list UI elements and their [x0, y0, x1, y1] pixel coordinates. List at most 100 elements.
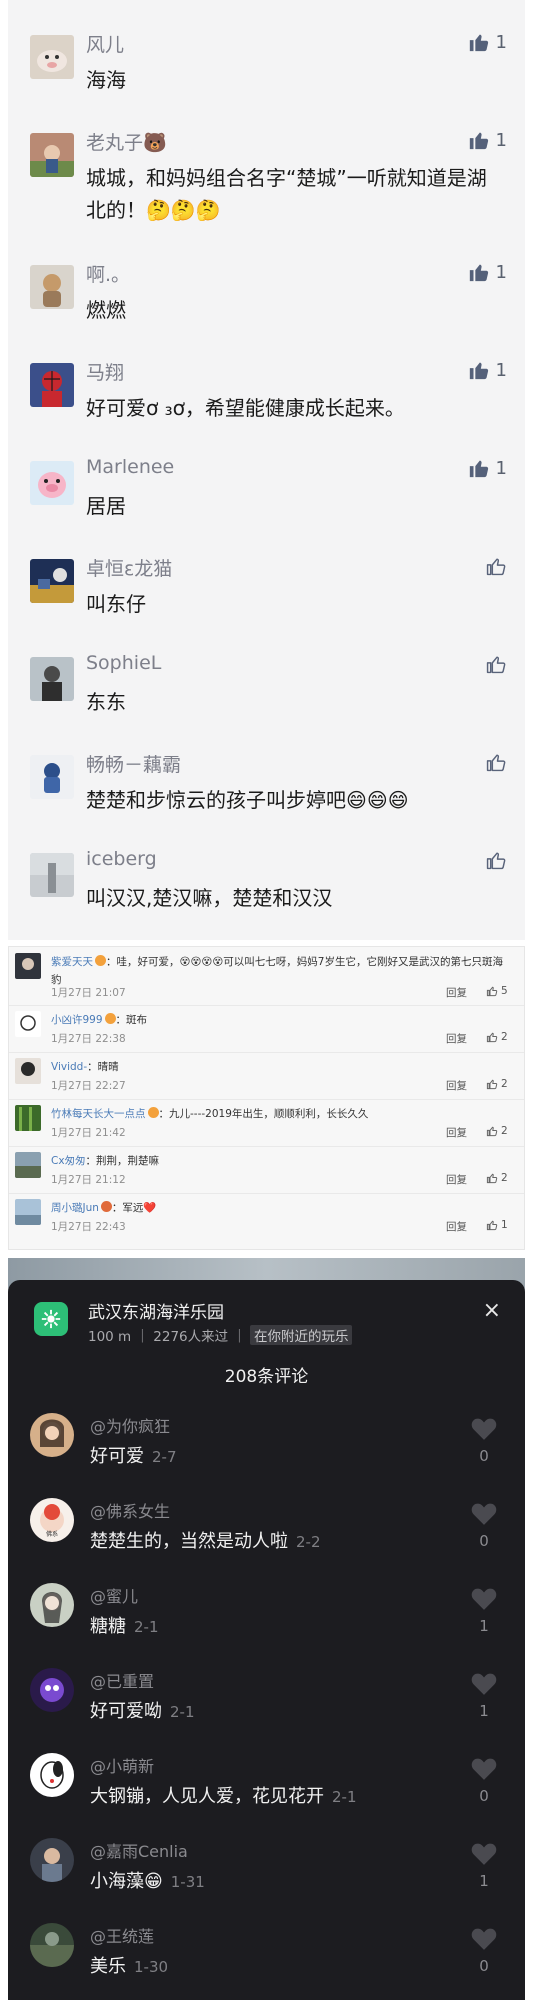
avatar[interactable]: [15, 953, 41, 979]
close-icon[interactable]: ×: [483, 1298, 501, 1323]
like-button[interactable]: [485, 653, 507, 675]
avatar[interactable]: [30, 1583, 74, 1627]
user-link[interactable]: 小凶许999: [51, 1014, 103, 1026]
avatar[interactable]: [30, 1413, 74, 1457]
like-button[interactable]: 1: [469, 1842, 499, 1890]
avatar[interactable]: 佛系: [30, 1498, 74, 1542]
like-button[interactable]: 1: [468, 359, 507, 381]
like-button[interactable]: 1: [468, 31, 507, 53]
like-button[interactable]: 2: [486, 1078, 508, 1090]
location-title[interactable]: 武汉东湖海洋乐园: [88, 1298, 224, 1323]
weibo-comment: 周小璐Jun ：军远❤️ 1月27日 22:43 回复 1: [9, 1193, 524, 1249]
location-icon[interactable]: [34, 1302, 68, 1336]
reply-button[interactable]: 回复: [446, 1031, 467, 1046]
like-button[interactable]: 0: [469, 1757, 499, 1805]
avatar[interactable]: [30, 755, 74, 799]
comment-line: 竹林每天长大一点点 ：九儿----2019年出生，顺顺利利，长长久久: [51, 1105, 511, 1123]
commenter-name[interactable]: 卓恒ε龙猫: [86, 554, 172, 581]
like-button[interactable]: [485, 849, 507, 871]
like-count: 2: [501, 1125, 508, 1137]
avatar[interactable]: [30, 265, 74, 309]
avatar[interactable]: [30, 35, 74, 79]
avatar[interactable]: [15, 1058, 41, 1084]
comment-body: 大钢镚，人见人爱，花见花开: [90, 1786, 324, 1807]
douyin-comment: @为你疯狂 好可爱 2-7 0: [8, 1413, 525, 1497]
commenter-name[interactable]: 老丸子🐻: [86, 128, 167, 155]
user-link[interactable]: 竹林每天长大一点点: [51, 1108, 146, 1120]
comment-text: 燃燃: [86, 298, 126, 322]
like-button[interactable]: 1: [468, 129, 507, 151]
like-count: 1: [501, 1219, 508, 1231]
avatar[interactable]: [30, 133, 74, 177]
reply-button[interactable]: 回复: [446, 985, 467, 1000]
reply-button[interactable]: 回复: [446, 1125, 467, 1140]
reply-button[interactable]: 回复: [446, 1172, 467, 1187]
user-link[interactable]: 紫爱天天: [51, 956, 93, 968]
thumbs-up-icon: [469, 264, 488, 282]
douyin-comment: 佛系 @佛系女生 楚楚生的，当然是动人啦 2-2 0: [8, 1498, 525, 1582]
commenter-name[interactable]: 马翔: [86, 358, 124, 385]
like-button[interactable]: [485, 555, 507, 577]
location-tag[interactable]: 在你附近的玩乐: [249, 1325, 353, 1345]
comment-date: 1-31: [170, 1873, 205, 1891]
comment-time: 1月27日 21:07: [51, 987, 126, 999]
commenter-name[interactable]: @王统莲: [90, 1923, 154, 1947]
commenter-name[interactable]: @嘉雨Cenlia: [90, 1838, 188, 1862]
avatar[interactable]: [30, 363, 74, 407]
commenter-name[interactable]: @佛系女生: [90, 1498, 170, 1522]
thumbs-up-outline-icon: [486, 754, 506, 772]
commenter-name[interactable]: 风儿: [86, 30, 124, 57]
like-button[interactable]: 1: [468, 261, 507, 283]
avatar[interactable]: [15, 1011, 41, 1037]
comment-time: 1月27日 21:42: [51, 1127, 126, 1139]
avatar[interactable]: [30, 1838, 74, 1882]
reply-button[interactable]: 回复: [446, 1078, 467, 1093]
avatar[interactable]: [30, 657, 74, 701]
wechat-comment: 老丸子🐻 1 城城，和妈妈组合名字“楚城”一听就知道是湖北的！🤔🤔🤔: [8, 98, 525, 230]
commenter-name[interactable]: 啊.。: [86, 260, 130, 287]
commenter-name[interactable]: @为你疯狂: [90, 1413, 170, 1437]
comment-body: 糖糖: [90, 1616, 126, 1637]
commenter-name[interactable]: SophieL: [86, 652, 161, 674]
commenter-name[interactable]: iceberg: [86, 848, 157, 870]
like-count: 1: [495, 261, 507, 283]
like-button[interactable]: 0: [469, 1502, 499, 1550]
like-count: 0: [479, 1787, 489, 1805]
avatar[interactable]: [30, 1668, 74, 1712]
avatar[interactable]: [30, 559, 74, 603]
like-count: 2: [501, 1172, 508, 1184]
user-link[interactable]: Vividd-: [51, 1061, 87, 1073]
user-link[interactable]: Cx匆匆: [51, 1155, 86, 1167]
like-button[interactable]: 1: [486, 1219, 508, 1231]
like-button[interactable]: [485, 751, 507, 773]
user-link[interactable]: 周小璐Jun: [51, 1202, 99, 1214]
like-button[interactable]: 5: [486, 985, 508, 997]
like-button[interactable]: 2: [486, 1125, 508, 1137]
avatar[interactable]: [15, 1152, 41, 1178]
like-count: 2: [501, 1078, 508, 1090]
avatar[interactable]: [30, 853, 74, 897]
weibo-comment-panel: 紫爱天天 ：哇，好可爱，😵😵😵😵可以叫七七呀，妈妈7岁生它，它刚好又是武汉的第七只…: [8, 946, 525, 1250]
like-button[interactable]: 0: [469, 1417, 499, 1465]
commenter-name[interactable]: @已重置: [90, 1668, 154, 1692]
reply-button[interactable]: 回复: [446, 1219, 467, 1234]
comment-text: 海海: [86, 68, 126, 92]
like-button[interactable]: 1: [468, 457, 507, 479]
comment-text: 糖糖 2-1: [90, 1612, 159, 1638]
commenter-name[interactable]: Marlenee: [86, 456, 174, 478]
avatar[interactable]: [30, 1753, 74, 1797]
avatar[interactable]: [30, 461, 74, 505]
heart-icon: [471, 1418, 497, 1440]
like-button[interactable]: 0: [469, 1927, 499, 1975]
like-button[interactable]: 2: [486, 1031, 508, 1043]
commenter-name[interactable]: @蜜儿: [90, 1583, 138, 1607]
like-button[interactable]: 1: [469, 1587, 499, 1635]
like-button[interactable]: 1: [469, 1672, 499, 1720]
avatar[interactable]: [15, 1199, 41, 1225]
avatar[interactable]: [15, 1105, 41, 1131]
thumbs-up-outline-icon: [486, 1173, 498, 1184]
avatar[interactable]: [30, 1923, 74, 1967]
like-button[interactable]: 2: [486, 1172, 508, 1184]
commenter-name[interactable]: @小萌新: [90, 1753, 154, 1777]
commenter-name[interactable]: 畅畅－藕霸: [86, 750, 181, 777]
